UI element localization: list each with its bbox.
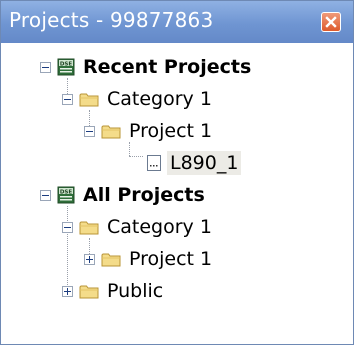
tree-node-file[interactable]: L890_1	[146, 147, 242, 179]
tree-node-category[interactable]: Category 1	[62, 83, 215, 115]
dse-database-icon: DSE	[57, 186, 75, 204]
tree-node-all-projects[interactable]: DSE All Projects	[40, 179, 208, 211]
window-title: Projects - 99877863	[9, 8, 214, 32]
folder-icon	[101, 125, 121, 138]
tree-node-project[interactable]: Project 1	[84, 115, 215, 147]
folder-icon	[101, 253, 121, 266]
collapse-toggle[interactable]	[40, 61, 51, 73]
tree-node-label: Category 1	[107, 216, 212, 238]
close-x-icon	[325, 16, 337, 28]
collapse-toggle[interactable]	[62, 93, 73, 105]
expand-toggle[interactable]	[84, 253, 95, 265]
close-button[interactable]	[321, 12, 341, 32]
tree-line	[129, 156, 143, 157]
tree-node-label: Project 1	[129, 120, 213, 142]
folder-icon	[79, 221, 99, 234]
tree-node-recent-projects[interactable]: DSE Recent Projects	[40, 51, 254, 83]
tree-node-project[interactable]: Project 1	[84, 243, 215, 275]
tree-node-public[interactable]: Public	[62, 275, 166, 307]
dse-database-icon: DSE	[57, 58, 75, 76]
title-bar[interactable]: Projects - 99877863	[1, 1, 353, 43]
tree-node-label: All Projects	[83, 184, 205, 206]
tree-node-label: Recent Projects	[83, 56, 252, 78]
svg-text:DSE: DSE	[60, 189, 73, 195]
svg-text:DSE: DSE	[60, 61, 73, 67]
collapse-toggle[interactable]	[84, 125, 95, 137]
tree-node-label: Public	[107, 280, 164, 302]
tree-node-label: Project 1	[129, 248, 213, 270]
collapse-toggle[interactable]	[40, 189, 51, 201]
document-icon	[147, 155, 161, 171]
project-tree[interactable]: DSE Recent Projects Category 1 Project 1	[1, 43, 353, 344]
collapse-toggle[interactable]	[62, 221, 73, 233]
tree-node-label: Category 1	[107, 88, 212, 110]
folder-icon	[79, 93, 99, 106]
folder-icon	[79, 285, 99, 298]
projects-window: Projects - 99877863 DSE Recent Projects	[0, 0, 354, 345]
expand-toggle[interactable]	[62, 285, 73, 297]
tree-node-category[interactable]: Category 1	[62, 211, 215, 243]
tree-node-label: L890_1	[167, 151, 242, 175]
